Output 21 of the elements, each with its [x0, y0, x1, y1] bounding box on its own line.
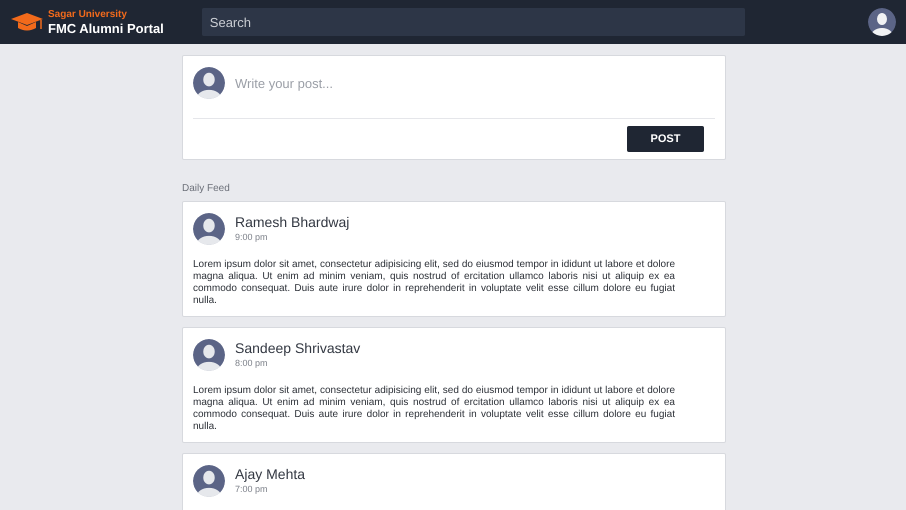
post-time: 7:00 pm — [235, 483, 269, 496]
post-input-field[interactable]: Write your post... — [235, 67, 715, 99]
search-field[interactable]: Search — [202, 8, 745, 36]
post-body: Lorem ipsum dolor sit amet, consectetur adipisicing elit, sed do eiusmod tempor in ididunt ut labore et dolore magna aliqua. Ut enim ad minim veniam, quis nostrud of ercitation ullamco laboris nisi ut aliquip ex ea commodo consequat. Duis aute irure dolor in reprehenderit in voluptate velit esse cillum dolore eu fugiat nulla. — [193, 259, 676, 307]
avatar-icon — [193, 339, 225, 371]
avatar-icon — [193, 213, 225, 245]
feed-heading: Daily Feed — [182, 182, 231, 196]
post-button[interactable]: POST — [627, 126, 704, 152]
avatar-icon — [193, 67, 225, 99]
post-body: Lorem ipsum dolor sit amet, consectetur adipisicing elit, sed do eiusmod tempor in ididunt ut labore et dolore magna aliqua. Ut enim ad minim veniam, quis nostrud of ercitation ullamco laboris nisi ut aliquip ex ea commodo consequat. Duis aute irure dolor in reprehenderit in voluptate velit esse cillum dolore eu fugiat nulla. — [193, 385, 676, 433]
author-name[interactable]: Sandeep Shrivastav — [235, 339, 360, 358]
author-name[interactable]: Ramesh Bhardwaj — [235, 213, 350, 232]
logo-subtitle: Sagar University — [48, 10, 128, 20]
avatar-icon — [193, 465, 225, 497]
logo-title: FMC Alumni Portal — [48, 22, 164, 34]
graduation-cap-icon — [10, 11, 44, 33]
author-name[interactable]: Ajay Mehta — [235, 465, 306, 484]
post-time: 9:00 pm — [235, 231, 269, 244]
composer-card[interactable]: Write your post... POST — [182, 55, 726, 160]
post-time: 8:00 pm — [235, 357, 269, 370]
avatar-icon[interactable] — [868, 8, 896, 36]
